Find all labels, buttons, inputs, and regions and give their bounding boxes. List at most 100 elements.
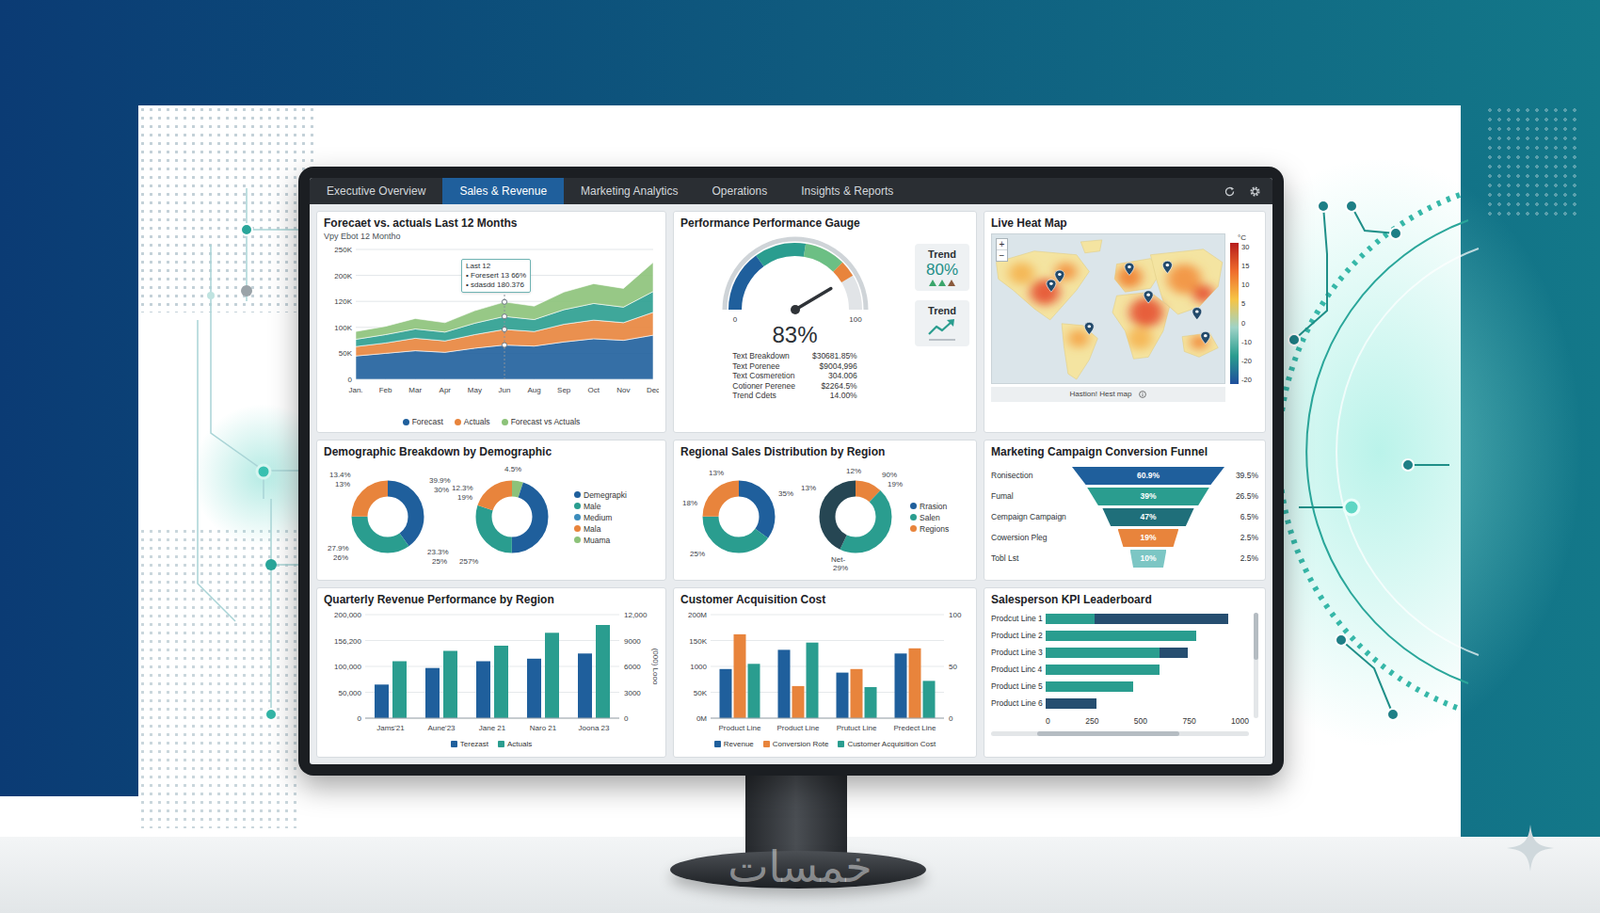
scroll-thumb[interactable]: [1253, 612, 1259, 660]
donut-row: 13%35%18%25%12%13%90%19%Net-29%RrasionSa…: [680, 459, 970, 576]
bar: [494, 645, 509, 719]
world-map-graphic: [992, 234, 1225, 384]
gauge-chart: 0100: [710, 230, 880, 323]
stage-rate: 26.5%: [1224, 490, 1259, 503]
map-pin-icon[interactable]: [1046, 279, 1056, 292]
horizontal-scrollbar[interactable]: [991, 731, 1249, 736]
gauge-needle: [795, 288, 832, 310]
donut-segment: [827, 488, 884, 545]
leaderboard-row: Product Line 2: [991, 629, 1249, 642]
funnel-fill: 19%: [1118, 528, 1180, 547]
y2-tick: 12,000: [624, 610, 648, 620]
x-tick: 500: [1134, 716, 1148, 726]
gauge-card: Performance Performance Gauge010083%Text…: [672, 210, 977, 433]
card-title: Salesperson KPI Leaderboard: [991, 592, 1259, 608]
map-pin-icon[interactable]: [1200, 331, 1211, 344]
tab[interactable]: Operations: [695, 177, 785, 205]
scale-tick: 15: [1241, 261, 1252, 271]
donut-label: Net-: [831, 555, 846, 564]
tab-label: Operations: [712, 182, 768, 200]
bar-segment: [1094, 613, 1230, 624]
tab[interactable]: Sales & Revenue: [442, 177, 564, 205]
bar: [443, 651, 458, 720]
dot-pattern: [138, 105, 318, 313]
x-tick: 1000: [1231, 716, 1249, 726]
donut-segment: [827, 488, 884, 545]
gauge-panel: 010083% Text Breakdown$30681.85%Text Pore…: [680, 230, 910, 428]
monitor: Executive Overview Sales & RevenueMarketi…: [298, 166, 1284, 776]
x-tick: Naro 21: [529, 723, 558, 733]
row-value: $2264.5%: [812, 381, 858, 392]
color-scale: °C30151050-10-20-20: [1230, 233, 1259, 428]
circuit-decoration: [1242, 141, 1600, 782]
map-pin-icon[interactable]: [1143, 290, 1153, 304]
legend-swatch: [574, 491, 581, 498]
toolbar: [1223, 177, 1273, 205]
map-pin-icon[interactable]: [1124, 262, 1135, 275]
legend-label: Terezast: [460, 738, 489, 750]
legend-label: Forecast: [412, 416, 444, 428]
stage-label: Ronisection: [991, 469, 1072, 482]
heatmap-card: Live Heat Map+−Hastion! Hest map°C301510…: [983, 210, 1266, 433]
donut-label: 13.4%: [329, 470, 352, 480]
donut-segment: [483, 488, 541, 545]
info-icon[interactable]: [1138, 390, 1147, 399]
row-label: Product Line 3: [991, 646, 1046, 659]
legend-item: Forecast: [402, 416, 444, 428]
y-tick: 200,000: [334, 610, 362, 620]
legend-label: Customer Acquisition Cost: [847, 738, 936, 750]
x-tick: Nov: [616, 385, 630, 395]
bar: [527, 658, 542, 719]
legend-swatch: [454, 418, 462, 426]
stage-label: Tobl Lst: [991, 552, 1072, 565]
y-tick: 50K: [338, 349, 353, 358]
cac-card: Customer Acquisition Cost200M150K100050K…: [672, 587, 977, 758]
donut-label: 90%: [881, 470, 897, 480]
dot-pattern: [138, 527, 299, 829]
funnel-row: Fumal39%26.5%: [991, 487, 1259, 507]
x-tick: Product Line: [719, 723, 762, 733]
stage-label: Cempaign Campaign: [991, 511, 1072, 524]
map-pin-icon[interactable]: [1055, 270, 1065, 283]
refresh-icon[interactable]: [1223, 185, 1236, 198]
bar: [374, 684, 389, 719]
donut-label: 27.9%: [327, 544, 350, 553]
gauge-value: 83%: [771, 322, 817, 348]
legend-item: Revenue: [714, 738, 754, 750]
x-tick: Dec: [646, 385, 659, 395]
tab-bar: Executive Overview Sales & RevenueMarketi…: [309, 177, 1273, 205]
legend-swatch: [574, 502, 581, 510]
x-tick: Feb: [379, 385, 393, 395]
tab[interactable]: Marketing Analytics: [563, 177, 695, 205]
world-map[interactable]: +−: [991, 233, 1226, 384]
scroll-thumb[interactable]: [1037, 731, 1180, 736]
tab[interactable]: Executive Overview: [309, 177, 443, 205]
row-value: $30681.85%: [812, 351, 858, 362]
tab-label: Executive Overview: [326, 182, 426, 200]
x-tick: 0: [1045, 716, 1051, 726]
map-pin-icon[interactable]: [1084, 321, 1094, 335]
trend-box: Trend: [914, 300, 970, 347]
funnel-bar: 19%: [1118, 528, 1180, 547]
vertical-scrollbar[interactable]: [1253, 612, 1259, 719]
legend-item: Medium: [574, 512, 659, 523]
legend-item: Demegrapki: [574, 490, 659, 500]
map-pin-icon[interactable]: [1192, 307, 1202, 320]
stage-rate: 39.5%: [1224, 469, 1259, 482]
bar: [392, 661, 407, 720]
x-tick: Aug: [527, 385, 541, 395]
tooltip-line: Last 12: [465, 261, 527, 272]
map-pin-icon[interactable]: [1162, 260, 1172, 273]
gear-icon[interactable]: [1248, 185, 1262, 198]
tab[interactable]: Insights & Reports: [784, 177, 911, 205]
gauge-table: Text Breakdown$30681.85%Text Porenee$900…: [732, 351, 857, 401]
legend-swatch: [714, 740, 721, 748]
y-tick: 200K: [334, 272, 352, 281]
tab-label: Insights & Reports: [800, 182, 894, 200]
y-tick: 50,000: [338, 688, 363, 698]
y-tick: 0: [348, 375, 353, 384]
y-tick: 200M: [688, 610, 707, 620]
row-label: Trend Cdets: [732, 390, 796, 401]
bar: [895, 653, 908, 719]
x-tick: May: [467, 385, 482, 395]
